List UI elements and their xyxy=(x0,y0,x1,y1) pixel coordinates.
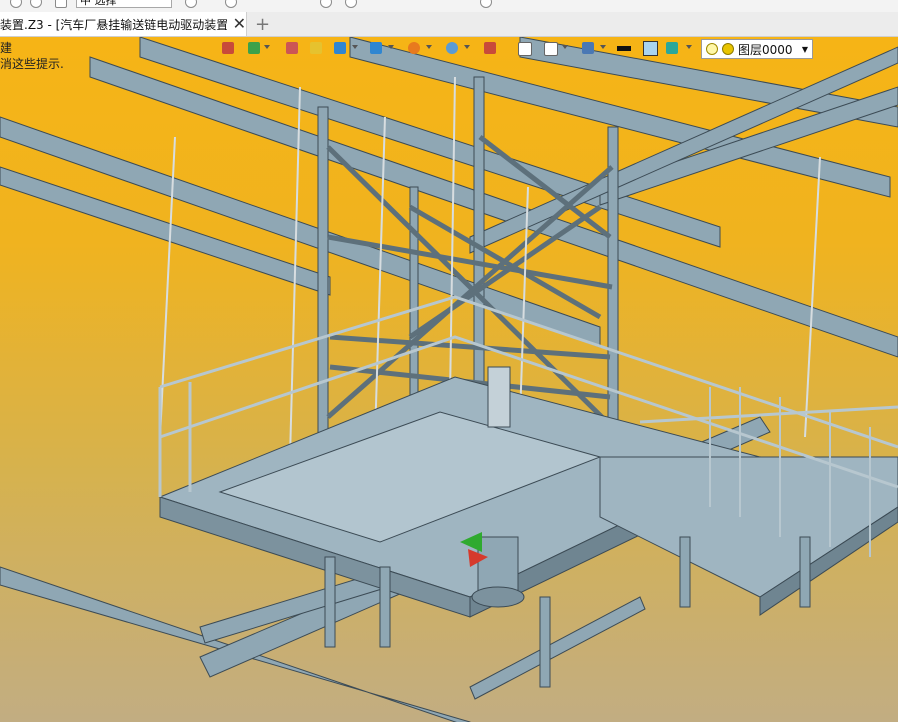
close-icon[interactable]: ✕ xyxy=(233,16,246,32)
layer-select[interactable]: 图层0000 ▼ xyxy=(701,39,813,59)
layers-icon[interactable] xyxy=(582,42,594,54)
document-tab-bar: 装置.Z3 - [汽车厂悬挂输送链电动驱动装置] ✕ + xyxy=(0,12,898,37)
layout-icon[interactable] xyxy=(544,42,558,56)
undo-icon[interactable] xyxy=(10,0,22,8)
snap-icon[interactable] xyxy=(320,0,332,8)
layer-select-value: 图层0000 xyxy=(738,42,793,57)
fill-color-swatch[interactable] xyxy=(643,41,658,56)
layer-color-icon xyxy=(722,43,734,55)
chevron-down-icon[interactable] xyxy=(464,45,470,49)
filter-icon[interactable] xyxy=(225,0,237,8)
chevron-down-icon[interactable] xyxy=(352,45,358,49)
add-tab-icon[interactable]: + xyxy=(255,14,270,35)
chevron-down-icon[interactable] xyxy=(426,45,432,49)
render-icon[interactable] xyxy=(408,42,420,54)
material-icon[interactable] xyxy=(666,42,678,54)
move-icon[interactable] xyxy=(248,42,260,54)
redo-icon[interactable] xyxy=(30,0,42,8)
steel-structure-model[interactable] xyxy=(0,37,898,722)
hint-line-2: 消这些提示. xyxy=(0,57,64,71)
sheet-icon[interactable] xyxy=(518,42,532,56)
hint-line-1: 建 xyxy=(0,41,13,55)
cube-icon[interactable] xyxy=(334,42,346,54)
tab-title: 装置.Z3 - [汽车厂悬挂输送链电动驱动装置] xyxy=(0,17,227,32)
line-color-swatch[interactable] xyxy=(617,46,631,51)
selection-mode-select[interactable]: 中 选择 xyxy=(76,0,172,8)
pick-icon[interactable] xyxy=(185,0,197,8)
folder-icon[interactable] xyxy=(310,42,322,54)
tab-document[interactable]: 装置.Z3 - [汽车厂悬挂输送链电动驱动装置] ✕ xyxy=(0,12,247,36)
chevron-down-icon[interactable] xyxy=(264,45,270,49)
section-icon[interactable] xyxy=(484,42,496,54)
display-icon[interactable] xyxy=(446,42,458,54)
measure-icon[interactable] xyxy=(286,42,298,54)
3d-viewport[interactable]: 建 消这些提示. 图层0000 ▼ xyxy=(0,37,898,722)
view-cube-icon[interactable] xyxy=(370,42,382,54)
lightbulb-icon[interactable] xyxy=(706,43,718,55)
chevron-down-icon[interactable]: ▼ xyxy=(802,45,808,54)
new-file-icon[interactable] xyxy=(55,0,67,8)
chevron-down-icon[interactable] xyxy=(686,45,692,49)
settings-icon[interactable] xyxy=(480,0,492,8)
chevron-down-icon[interactable] xyxy=(600,45,606,49)
chevron-down-icon[interactable] xyxy=(562,45,568,49)
delete-icon[interactable] xyxy=(222,42,234,54)
chevron-down-icon[interactable] xyxy=(388,45,394,49)
grid-icon[interactable] xyxy=(345,0,357,8)
